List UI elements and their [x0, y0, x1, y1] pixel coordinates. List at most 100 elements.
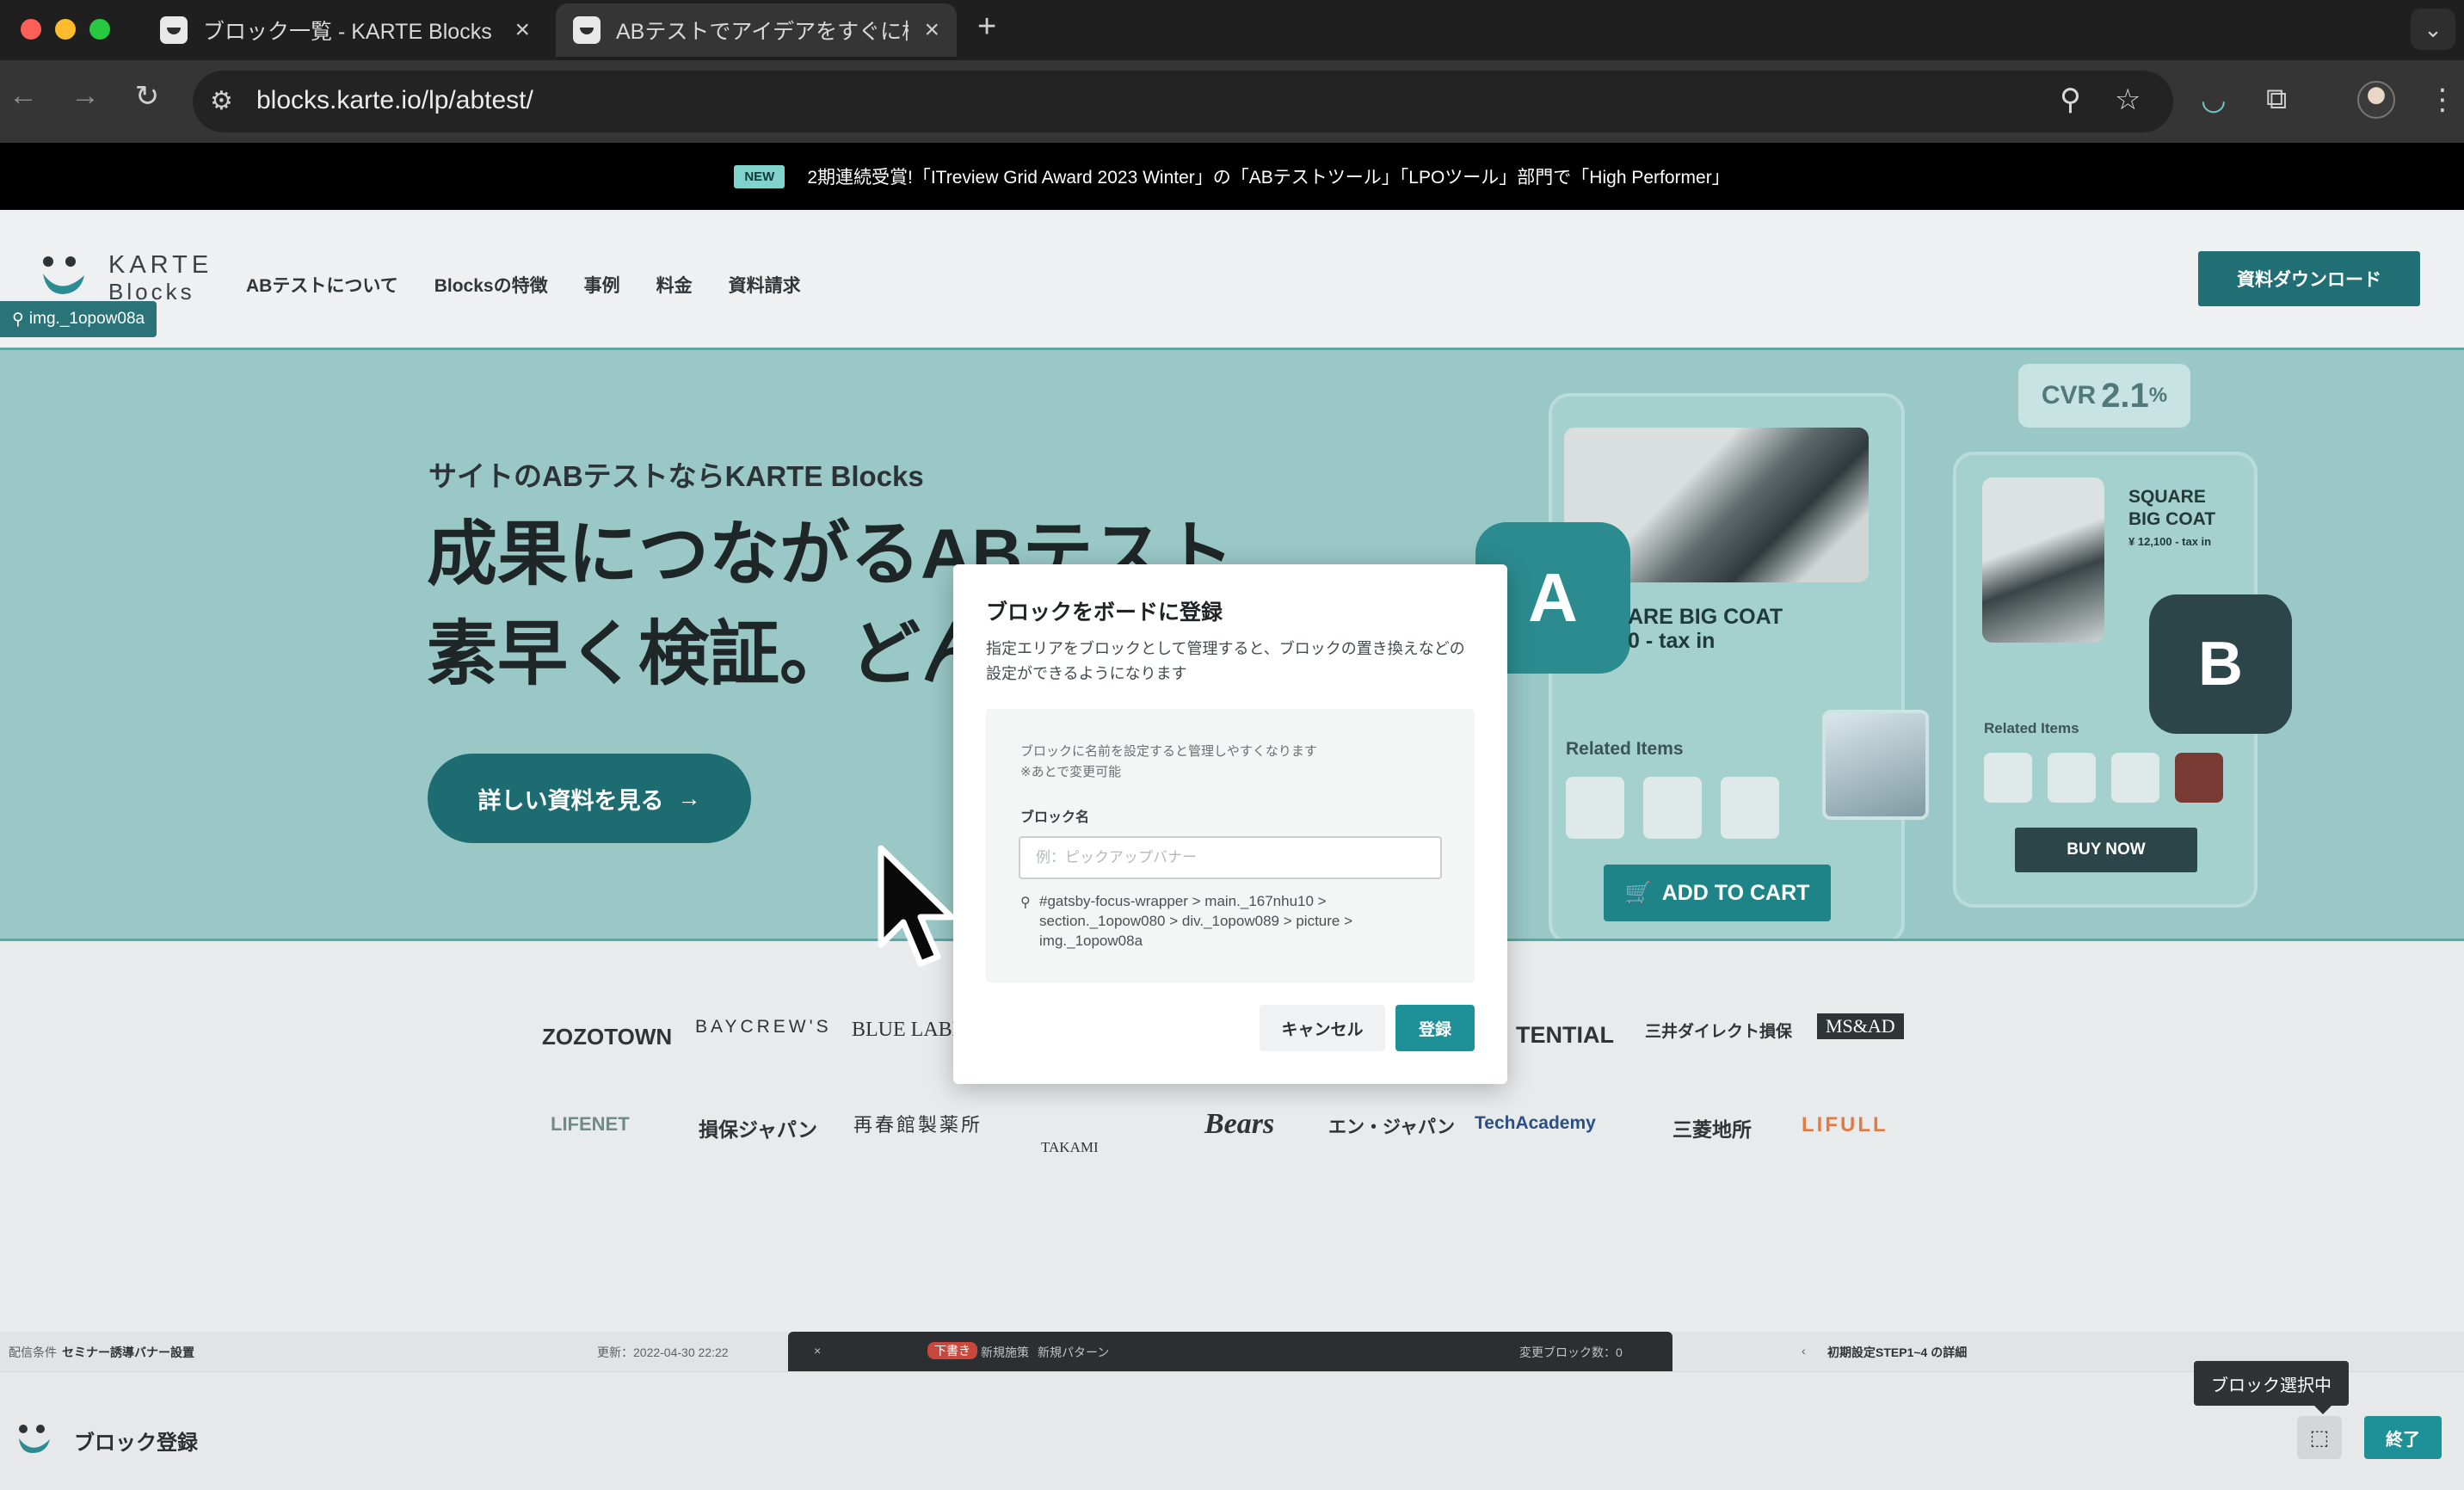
related-thumb [2175, 753, 2223, 803]
mouse-cursor-icon [878, 845, 955, 967]
bottom-bar-title: ブロック登録 [74, 1432, 198, 1455]
site-nav: ABテストについて Blocksの特徴 事例 料金 資料請求 [246, 272, 801, 298]
end-button[interactable]: 終了 [2364, 1416, 2442, 1459]
cvr-value: 2.1 [2101, 376, 2149, 415]
nav-item-features[interactable]: Blocksの特徴 [434, 272, 548, 298]
customer-logo: Bears [1204, 1108, 1275, 1140]
buy-now-button: BUY NOW [2015, 828, 2197, 872]
strip-left-title: セミナー誘導バナー設置 [62, 1345, 194, 1359]
hoodie-photo [1822, 710, 1929, 820]
strip-center-changes: 変更ブロック数：0 [1519, 1345, 1623, 1359]
karte-blocks-bottom-bar: ブロック登録 [0, 1371, 2464, 1490]
karte-favicon-icon [160, 16, 188, 44]
block-name-input[interactable] [1019, 836, 1442, 879]
cancel-button[interactable]: キャンセル [1260, 1005, 1385, 1051]
star-icon[interactable]: ☆ [2115, 83, 2141, 117]
selected-element-tag: ⚲ img._1opow08a [0, 301, 157, 337]
customer-logo: TENTIAL [1516, 1022, 1614, 1048]
strip-center-pattern: 新規パターン [1038, 1345, 1110, 1359]
maximize-window-button[interactable] [89, 19, 110, 40]
browser-tab-2[interactable]: ABテストでアイデアをすぐに検証 × [556, 3, 957, 57]
add-to-cart-button: 🛒 ADD TO CART [1604, 865, 1831, 921]
strip-left-label: 配信条件 [9, 1345, 57, 1359]
related-thumb [1984, 753, 2032, 803]
more-vert-icon[interactable]: ⋮ [2428, 83, 2457, 117]
modal-title: ブロックをボードに登録 [986, 600, 1223, 625]
coat-b-line2: BIG COAT [2128, 509, 2216, 529]
related-items-a: Related Items [1566, 739, 1684, 759]
download-button[interactable]: 資料ダウンロード [2198, 251, 2420, 306]
modal-note: ブロックに名前を設定すると管理しやすくなります ※あとで変更可能 [1020, 742, 1317, 783]
site-header: KARTE Blocks ABテストについて Blocksの特徴 事例 料金 資… [0, 210, 2464, 348]
coat-b-line1: SQUARE [2128, 487, 2206, 507]
nav-item-pricing[interactable]: 料金 [656, 272, 693, 298]
customer-logo: LIFULL [1802, 1113, 1888, 1136]
customer-logo: エン・ジャパン [1328, 1118, 1455, 1137]
zoom-icon[interactable]: ⚲ [2060, 83, 2081, 117]
strip-center-panel: × 下書き 新規施策 新規パターン 変更ブロック数：0 [788, 1332, 1672, 1371]
announcement-text: 2期連続受賞!「ITreview Grid Award 2023 Winter」… [807, 168, 1730, 188]
nav-item-cases[interactable]: 事例 [584, 272, 620, 298]
select-element-icon[interactable]: ⬚ [2297, 1416, 2342, 1459]
karte-extension-icon[interactable]: ◡ [2201, 83, 2227, 117]
close-icon[interactable]: × [814, 1344, 821, 1358]
related-thumb [1643, 777, 1702, 839]
variant-b-badge: B [2149, 594, 2292, 734]
url-text: blocks.karte.io/lp/abtest/ [256, 86, 533, 114]
forward-arrow-icon[interactable]: → [64, 79, 107, 113]
karte-favicon-icon [573, 16, 601, 44]
selected-element-label: img._1opow08a [28, 310, 145, 328]
customer-logo: MS&AD [1817, 1013, 1904, 1039]
profile-avatar[interactable] [2357, 81, 2395, 119]
block-selecting-tooltip: ブロック選択中 [2194, 1361, 2349, 1414]
related-thumb [1721, 777, 1779, 839]
close-tab-icon[interactable]: × [924, 15, 939, 45]
chevron-down-icon[interactable]: ⌄ [2411, 9, 2455, 50]
register-button[interactable]: 登録 [1395, 1005, 1475, 1051]
cvr-label: CVR [2041, 381, 2097, 409]
announcement-bar[interactable]: NEW 2期連続受賞!「ITreview Grid Award 2023 Win… [0, 143, 2464, 210]
strip-center-name: 新規施策 [981, 1345, 1029, 1359]
browser-toolbar: ← → ↻ ⚙ blocks.karte.io/lp/abtest/ ⚲ ☆ ◡… [0, 60, 2464, 143]
customer-logo: 損保ジャパン [699, 1118, 817, 1141]
address-bar[interactable]: ⚙ blocks.karte.io/lp/abtest/ ⚲ ☆ [193, 71, 2173, 132]
karte-logo-icon [19, 1425, 50, 1453]
modal-form-panel: ブロックに名前を設定すると管理しやすくなります ※あとで変更可能 ブロック名 ⚲… [986, 709, 1475, 982]
nav-item-request[interactable]: 資料請求 [729, 272, 801, 298]
customer-logo: 三菱地所 [1672, 1118, 1752, 1141]
browser-tab-1[interactable]: ブロック一覧 - KARTE Blocks × [143, 3, 547, 57]
cvr-unit: % [2148, 384, 2168, 407]
back-arrow-icon[interactable]: ← [2, 79, 45, 113]
selector-path: ⚲ #gatsby-focus-wrapper > main._167nhu10… [1020, 891, 1433, 951]
reload-icon[interactable]: ↻ [126, 79, 169, 114]
customer-logo: TAKAMI [1041, 1139, 1099, 1155]
hero-cta-button[interactable]: 詳しい資料を見る → [428, 754, 751, 843]
puzzle-icon[interactable]: ⧉ [2266, 83, 2287, 116]
selector-path-text: #gatsby-focus-wrapper > main._167nhu10 >… [1039, 893, 1353, 949]
nav-item-abtest[interactable]: ABテストについて [246, 272, 398, 298]
modal-note-line1: ブロックに名前を設定すると管理しやすくなります [1020, 744, 1317, 759]
new-tab-icon[interactable]: + [977, 9, 996, 46]
hero-subtitle: サイトのABテストならKARTE Blocks [428, 460, 924, 492]
add-to-cart-label: ADD TO CART [1661, 880, 1810, 905]
coat-b-title: SQUARE BIG COAT ¥ 12,100 - tax in [2128, 486, 2215, 553]
chevron-left-icon[interactable]: ‹ [1802, 1344, 1806, 1358]
minimize-window-button[interactable] [55, 19, 76, 40]
customer-logo: BAYCREW'S [695, 1017, 832, 1037]
close-window-button[interactable] [21, 19, 41, 40]
browser-tabbar: ブロック一覧 - KARTE Blocks × ABテストでアイデアをすぐに検証… [0, 0, 2464, 60]
block-name-label: ブロック名 [1020, 810, 1090, 825]
karte-logo-icon[interactable] [41, 255, 89, 298]
site-settings-icon[interactable]: ⚙ [210, 86, 233, 116]
customer-logo: 三井ダイレクト損保 [1645, 1023, 1793, 1041]
close-tab-icon[interactable]: × [514, 15, 530, 45]
screen: ブロック一覧 - KARTE Blocks × ABテストでアイデアをすぐに検証… [0, 0, 2464, 1490]
coat-b-price: ¥ 12,100 - tax in [2128, 535, 2212, 548]
coat-a-title: ARE BIG COAT 0 - tax in [1628, 605, 1783, 653]
strip-center-tag: 下書き [927, 1342, 977, 1359]
modal-note-line2: ※あとで変更可能 [1020, 765, 1122, 779]
cart-icon: 🛒 [1624, 880, 1652, 905]
related-items-b: Related Items [1984, 720, 2079, 736]
coat-a-line1: ARE BIG COAT [1628, 605, 1783, 629]
customer-logo: TechAcademy [1475, 1113, 1596, 1133]
